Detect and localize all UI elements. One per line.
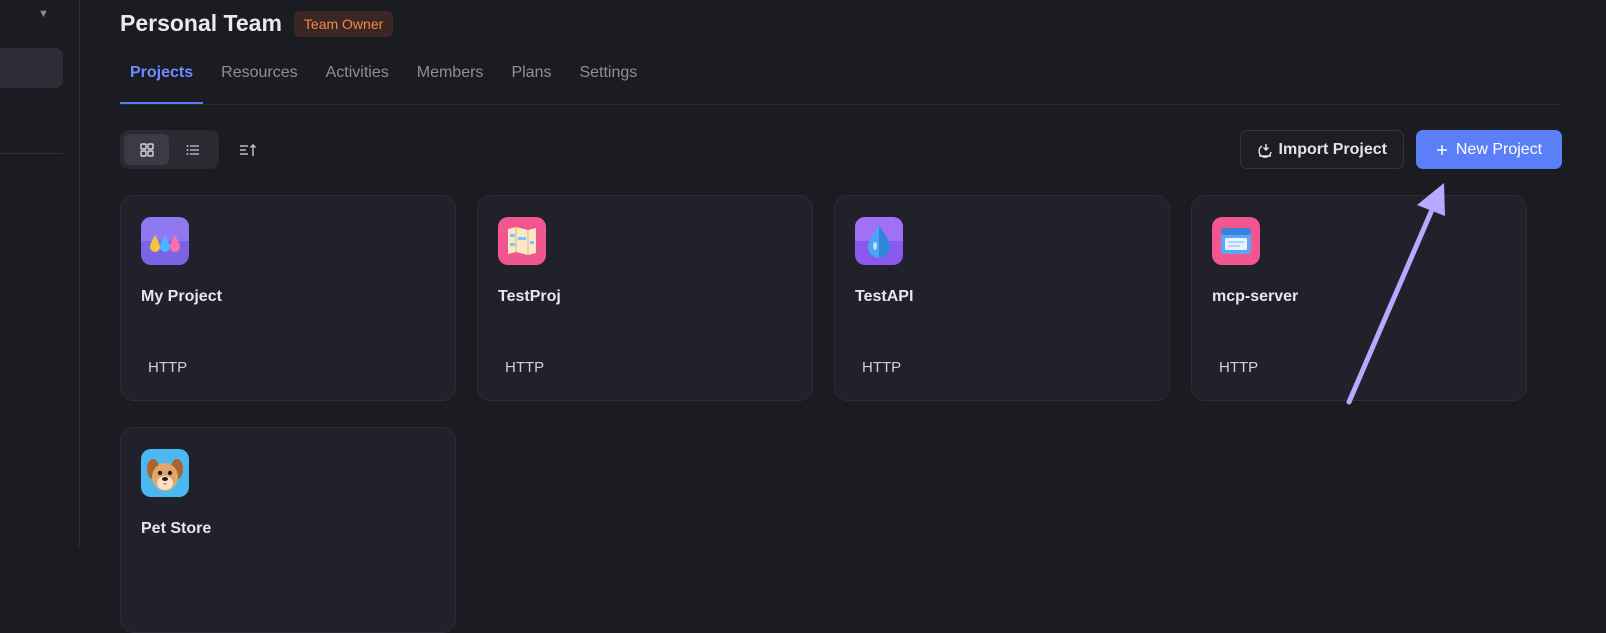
view-toggle <box>120 130 219 169</box>
main-content: Personal Team Team Owner Projects Resour… <box>120 0 1562 633</box>
tab-plans[interactable]: Plans <box>501 56 561 96</box>
grid-icon <box>139 142 154 157</box>
sort-icon <box>240 144 256 156</box>
project-name: TestProj <box>498 288 561 305</box>
dog-icon <box>141 449 189 497</box>
droplets-icon <box>141 217 189 265</box>
new-project-label: New Project <box>1455 140 1543 158</box>
tab-settings[interactable]: Settings <box>569 56 647 96</box>
tab-activities[interactable]: Activities <box>316 56 399 96</box>
water-drop-icon <box>855 217 903 265</box>
list-view-button[interactable] <box>170 134 215 165</box>
sidebar: ▼ <box>0 0 80 547</box>
role-badge: Team Owner <box>293 10 394 37</box>
project-type: HTTP <box>862 359 902 376</box>
chevron-down-icon[interactable]: ▼ <box>38 8 49 20</box>
tab-projects[interactable]: Projects <box>120 56 204 104</box>
plus-icon <box>1436 144 1447 155</box>
project-type: HTTP <box>148 359 188 376</box>
map-icon <box>498 217 546 265</box>
tab-bar: Projects Resources Activities Members Pl… <box>120 56 1562 105</box>
tab-members[interactable]: Members <box>407 56 494 96</box>
page-title: Personal Team <box>120 10 282 36</box>
project-card[interactable]: TestAPI HTTP <box>834 195 1170 401</box>
toolbar: Import Project New Project <box>120 130 1562 170</box>
tab-resources[interactable]: Resources <box>211 56 307 96</box>
project-type: HTTP <box>505 359 545 376</box>
project-card[interactable]: Pet Store <box>120 427 456 633</box>
sidebar-active-item[interactable] <box>0 48 63 88</box>
project-name: mcp-server <box>1212 288 1299 305</box>
grid-view-button[interactable] <box>124 134 169 165</box>
import-icon <box>1257 143 1272 158</box>
project-card[interactable]: My Project HTTP <box>120 195 456 401</box>
project-card[interactable]: mcp-server HTTP <box>1191 195 1527 401</box>
import-project-button[interactable]: Import Project <box>1239 130 1404 169</box>
server-icon <box>1212 217 1260 265</box>
sort-button[interactable] <box>234 136 262 164</box>
list-icon <box>186 144 199 155</box>
project-type: HTTP <box>1219 359 1259 376</box>
import-project-label: Import Project <box>1278 140 1387 158</box>
project-name: Pet Store <box>141 520 212 537</box>
project-card[interactable]: TestProj HTTP <box>477 195 813 401</box>
project-name: TestAPI <box>855 288 914 305</box>
sidebar-divider <box>0 153 63 154</box>
new-project-button[interactable]: New Project <box>1416 130 1562 169</box>
project-name: My Project <box>141 288 222 305</box>
title-row: Personal Team Team Owner <box>120 10 394 37</box>
